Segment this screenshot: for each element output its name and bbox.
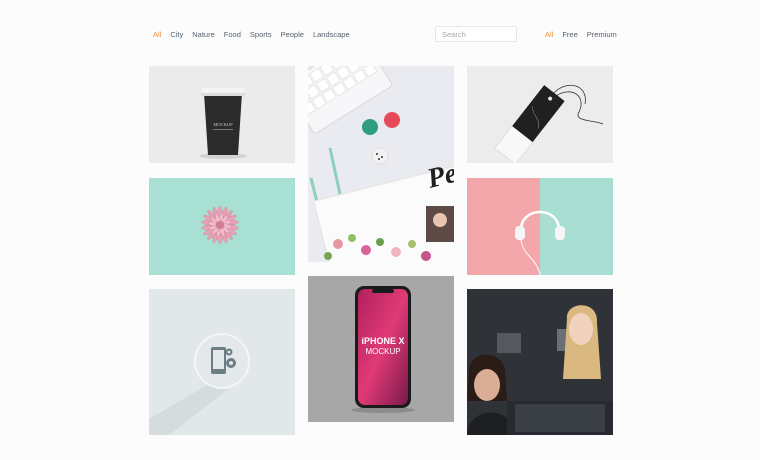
hang-tag-image xyxy=(494,84,604,163)
license-premium[interactable]: Premium xyxy=(587,30,617,39)
tile-coffee-cup-mockup[interactable]: MOCKUP xyxy=(149,66,295,163)
filter-city[interactable]: City xyxy=(170,30,183,39)
search-input[interactable] xyxy=(435,26,517,42)
tile-people-office-photo[interactable] xyxy=(467,289,613,435)
license-filters: All Free Premium xyxy=(545,30,617,39)
tile-iphone-x-mockup[interactable]: iPHONE X MOCKUP xyxy=(308,276,454,422)
desk-flatlay-image: Pep xyxy=(308,66,454,262)
headphones-image xyxy=(515,210,565,275)
iphone-label: iPHONE X xyxy=(361,336,404,346)
filter-all[interactable]: All xyxy=(153,30,161,39)
license-all[interactable]: All xyxy=(545,30,553,39)
cup-label: MOCKUP xyxy=(213,122,233,127)
tile-pink-flower[interactable] xyxy=(149,178,295,275)
flower-image xyxy=(201,205,239,245)
filter-nature[interactable]: Nature xyxy=(192,30,215,39)
coffee-cup-image: MOCKUP xyxy=(199,88,247,159)
filter-food[interactable]: Food xyxy=(224,30,241,39)
people-photo-image xyxy=(467,289,613,435)
license-free[interactable]: Free xyxy=(562,30,577,39)
tile-desk-flatlay[interactable]: Pep xyxy=(308,66,454,262)
tile-hang-tag-mockup[interactable] xyxy=(467,66,613,163)
tile-headphones-pastel[interactable] xyxy=(467,178,613,275)
mobile-settings-image xyxy=(149,333,250,435)
filter-people[interactable]: People xyxy=(281,30,304,39)
category-filters: All City Nature Food Sports People Lands… xyxy=(153,30,350,39)
filter-landscape[interactable]: Landscape xyxy=(313,30,350,39)
tile-mobile-settings-icon[interactable] xyxy=(149,289,295,435)
mockup-label: MOCKUP xyxy=(365,347,400,356)
iphone-mockup-image: iPHONE X MOCKUP xyxy=(351,286,415,413)
filter-sports[interactable]: Sports xyxy=(250,30,272,39)
